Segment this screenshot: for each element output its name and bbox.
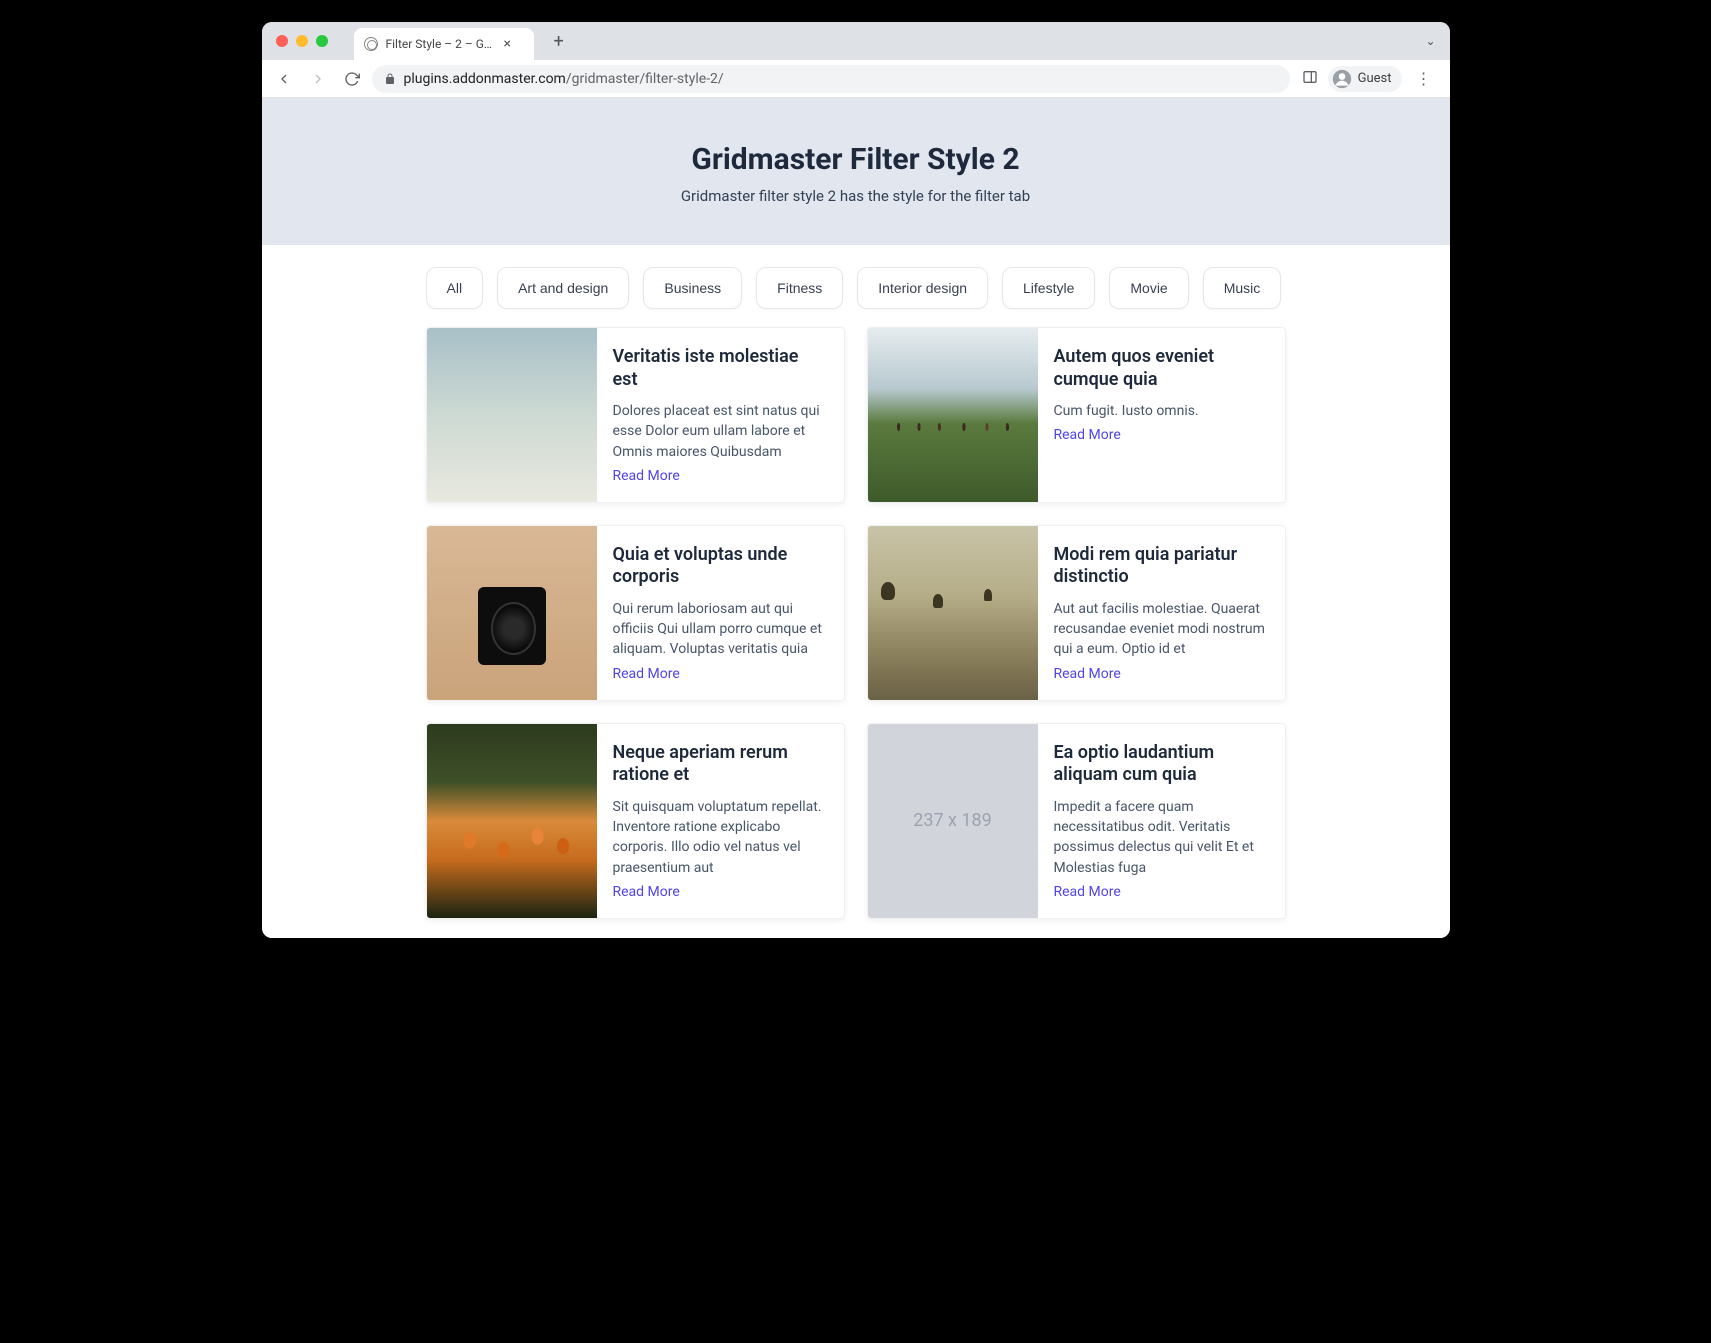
post-body: Ea optio laudantium aliquam cum quia Impe…	[1038, 724, 1285, 918]
post-card: 237 x 189Ea optio laudantium aliquam cum…	[867, 723, 1286, 919]
tab-title: Filter Style – 2 – Gridmaster D	[386, 37, 496, 51]
window-maximize-dot[interactable]	[316, 35, 328, 47]
post-thumbnail[interactable]: 237 x 189	[868, 724, 1038, 918]
read-more-link[interactable]: Read More	[1054, 427, 1269, 443]
post-card: Neque aperiam rerum ratione et Sit quisqu…	[426, 723, 845, 919]
post-title[interactable]: Veritatis iste molestiae est	[613, 346, 828, 391]
read-more-link[interactable]: Read More	[613, 884, 828, 900]
address-bar[interactable]: plugins.addonmaster.com/gridmaster/filte…	[372, 65, 1290, 93]
page-subtitle: Gridmaster filter style 2 has the style …	[282, 187, 1430, 205]
tabs-dropdown-button[interactable]: ⌄	[1425, 34, 1435, 48]
post-excerpt: Cum fugit. Iusto omnis.	[1054, 401, 1269, 421]
page-hero: Gridmaster Filter Style 2 Gridmaster fil…	[262, 98, 1450, 245]
filter-music[interactable]: Music	[1203, 267, 1282, 309]
post-card: Modi rem quia pariatur distinctio Aut aut…	[867, 525, 1286, 701]
profile-chip[interactable]: Guest	[1328, 66, 1402, 92]
filter-art-and-design[interactable]: Art and design	[497, 267, 629, 309]
filter-lifestyle[interactable]: Lifestyle	[1002, 267, 1095, 309]
url-text: plugins.addonmaster.com/gridmaster/filte…	[404, 71, 724, 87]
filter-business[interactable]: Business	[643, 267, 742, 309]
read-more-link[interactable]: Read More	[1054, 884, 1269, 900]
new-tab-button[interactable]: +	[554, 31, 564, 52]
back-button[interactable]	[270, 65, 298, 93]
filter-all[interactable]: All	[426, 267, 484, 309]
post-title[interactable]: Ea optio laudantium aliquam cum quia	[1054, 742, 1269, 787]
reload-button[interactable]	[338, 65, 366, 93]
lock-icon	[384, 73, 396, 85]
post-title[interactable]: Autem quos eveniet cumque quia	[1054, 346, 1269, 391]
posts-grid: Veritatis iste molestiae est Dolores plac…	[426, 327, 1286, 938]
side-panel-icon[interactable]	[1302, 69, 1318, 89]
filter-movie[interactable]: Movie	[1109, 267, 1188, 309]
read-more-link[interactable]: Read More	[613, 468, 828, 484]
filter-interior-design[interactable]: Interior design	[857, 267, 988, 309]
page-title: Gridmaster Filter Style 2	[282, 142, 1430, 177]
post-thumbnail[interactable]	[427, 328, 597, 502]
window-minimize-dot[interactable]	[296, 35, 308, 47]
browser-tab[interactable]: Filter Style – 2 – Gridmaster D ×	[354, 28, 534, 60]
read-more-link[interactable]: Read More	[1054, 666, 1269, 682]
post-body: Quia et voluptas unde corporis Qui rerum …	[597, 526, 844, 700]
post-thumbnail[interactable]	[427, 526, 597, 700]
forward-button[interactable]	[304, 65, 332, 93]
post-excerpt: Sit quisquam voluptatum repellat. Invent…	[613, 797, 828, 878]
globe-icon	[364, 37, 378, 51]
browser-chrome: Filter Style – 2 – Gridmaster D × + ⌄ pl…	[262, 22, 1450, 98]
post-thumbnail[interactable]	[868, 328, 1038, 502]
post-thumbnail[interactable]	[427, 724, 597, 918]
post-title[interactable]: Neque aperiam rerum ratione et	[613, 742, 828, 787]
post-title[interactable]: Modi rem quia pariatur distinctio	[1054, 544, 1269, 589]
post-excerpt: Dolores placeat est sint natus qui esse …	[613, 401, 828, 462]
post-body: Autem quos eveniet cumque quia Cum fugit.…	[1038, 328, 1285, 502]
post-card: Quia et voluptas unde corporis Qui rerum …	[426, 525, 845, 701]
post-excerpt: Aut aut facilis molestiae. Quaerat recus…	[1054, 599, 1269, 660]
page-viewport[interactable]: Gridmaster Filter Style 2 Gridmaster fil…	[262, 98, 1450, 938]
post-card: Veritatis iste molestiae est Dolores plac…	[426, 327, 845, 503]
browser-window: Filter Style – 2 – Gridmaster D × + ⌄ pl…	[262, 22, 1450, 938]
read-more-link[interactable]: Read More	[613, 666, 828, 682]
post-thumbnail[interactable]	[868, 526, 1038, 700]
post-excerpt: Qui rerum laboriosam aut qui officiis Qu…	[613, 599, 828, 660]
post-excerpt: Impedit a facere quam necessitatibus odi…	[1054, 797, 1269, 878]
post-body: Modi rem quia pariatur distinctio Aut aut…	[1038, 526, 1285, 700]
post-card: Autem quos eveniet cumque quia Cum fugit.…	[867, 327, 1286, 503]
profile-label: Guest	[1358, 71, 1392, 86]
close-icon[interactable]: ×	[504, 36, 511, 52]
post-title[interactable]: Quia et voluptas unde corporis	[613, 544, 828, 589]
filter-tabs: All Art and design Business Fitness Interior…	[426, 267, 1286, 309]
filter-fitness[interactable]: Fitness	[756, 267, 843, 309]
window-close-dot[interactable]	[276, 35, 288, 47]
post-body: Veritatis iste molestiae est Dolores plac…	[597, 328, 844, 502]
menu-button[interactable]: ⋮	[1412, 69, 1436, 88]
avatar-icon	[1332, 69, 1352, 89]
post-body: Neque aperiam rerum ratione et Sit quisqu…	[597, 724, 844, 918]
